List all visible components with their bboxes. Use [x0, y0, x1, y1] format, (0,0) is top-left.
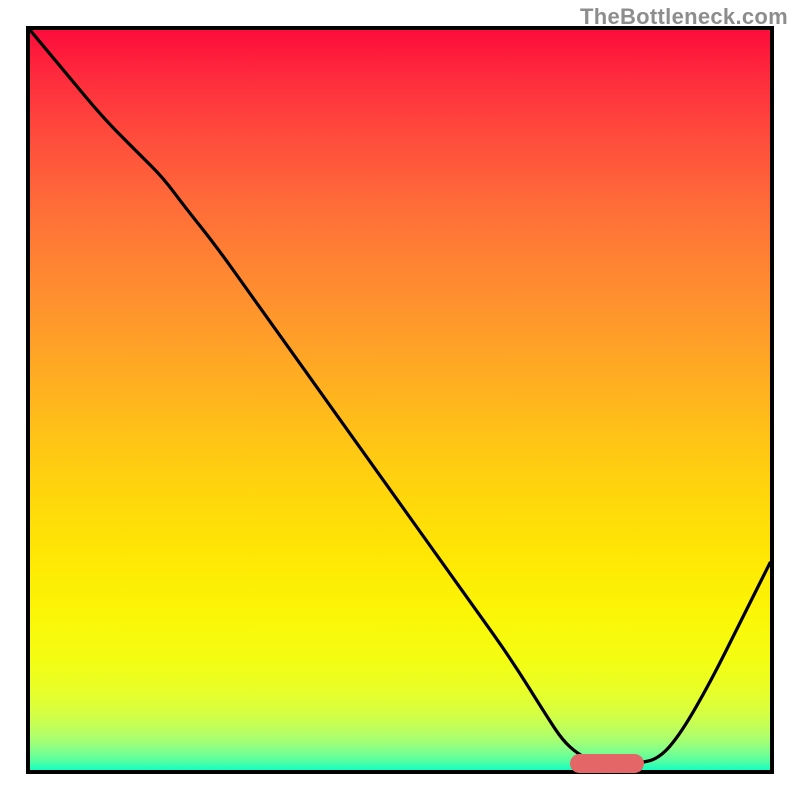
bottleneck-curve	[30, 30, 770, 770]
chart-container: TheBottleneck.com	[0, 0, 800, 800]
watermark-text: TheBottleneck.com	[580, 4, 788, 30]
optimal-range-marker	[570, 754, 644, 773]
plot-area	[26, 26, 774, 774]
